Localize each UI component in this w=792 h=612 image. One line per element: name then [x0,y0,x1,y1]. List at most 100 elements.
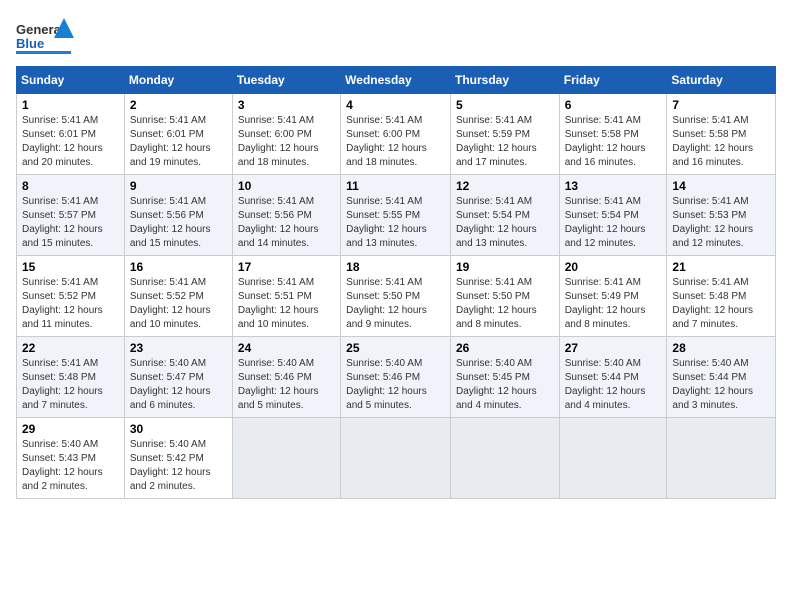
day-number: 16 [130,260,227,274]
sunset-label: Sunset: 5:56 PM [130,210,204,221]
daylight-label: Daylight: 12 hours and 8 minutes. [565,305,646,330]
weekday-header-row: SundayMondayTuesdayWednesdayThursdayFrid… [17,67,776,94]
day-info: Sunrise: 5:40 AM Sunset: 5:44 PM Dayligh… [565,357,662,413]
calendar-cell: 8 Sunrise: 5:41 AM Sunset: 5:57 PM Dayli… [17,175,125,256]
sunset-label: Sunset: 5:49 PM [565,291,639,302]
sunrise-label: Sunrise: 5:41 AM [672,277,748,288]
day-info: Sunrise: 5:40 AM Sunset: 5:45 PM Dayligh… [456,357,554,413]
day-number: 10 [238,179,335,193]
calendar-cell: 21 Sunrise: 5:41 AM Sunset: 5:48 PM Dayl… [667,256,776,337]
sunset-label: Sunset: 5:54 PM [456,210,530,221]
day-info: Sunrise: 5:41 AM Sunset: 5:52 PM Dayligh… [22,276,119,332]
day-info: Sunrise: 5:40 AM Sunset: 5:46 PM Dayligh… [346,357,445,413]
daylight-label: Daylight: 12 hours and 12 minutes. [565,224,646,249]
calendar-cell: 10 Sunrise: 5:41 AM Sunset: 5:56 PM Dayl… [232,175,340,256]
sunset-label: Sunset: 5:48 PM [672,291,746,302]
daylight-label: Daylight: 12 hours and 6 minutes. [130,386,211,411]
calendar-cell: 14 Sunrise: 5:41 AM Sunset: 5:53 PM Dayl… [667,175,776,256]
calendar-cell: 25 Sunrise: 5:40 AM Sunset: 5:46 PM Dayl… [341,337,451,418]
daylight-label: Daylight: 12 hours and 5 minutes. [238,386,319,411]
day-info: Sunrise: 5:41 AM Sunset: 5:55 PM Dayligh… [346,195,445,251]
calendar-cell: 24 Sunrise: 5:40 AM Sunset: 5:46 PM Dayl… [232,337,340,418]
sunrise-label: Sunrise: 5:41 AM [565,277,641,288]
sunset-label: Sunset: 5:46 PM [346,372,420,383]
sunrise-label: Sunrise: 5:41 AM [565,115,641,126]
sunset-label: Sunset: 5:43 PM [22,453,96,464]
sunset-label: Sunset: 5:52 PM [22,291,96,302]
calendar-cell [559,418,667,499]
calendar-cell: 29 Sunrise: 5:40 AM Sunset: 5:43 PM Dayl… [17,418,125,499]
daylight-label: Daylight: 12 hours and 4 minutes. [456,386,537,411]
calendar-cell: 1 Sunrise: 5:41 AM Sunset: 6:01 PM Dayli… [17,94,125,175]
day-info: Sunrise: 5:41 AM Sunset: 5:50 PM Dayligh… [346,276,445,332]
sunrise-label: Sunrise: 5:41 AM [456,196,532,207]
sunset-label: Sunset: 5:46 PM [238,372,312,383]
sunrise-label: Sunrise: 5:41 AM [22,196,98,207]
day-info: Sunrise: 5:40 AM Sunset: 5:44 PM Dayligh… [672,357,770,413]
sunset-label: Sunset: 5:56 PM [238,210,312,221]
daylight-label: Daylight: 12 hours and 9 minutes. [346,305,427,330]
day-info: Sunrise: 5:41 AM Sunset: 5:54 PM Dayligh… [565,195,662,251]
day-info: Sunrise: 5:41 AM Sunset: 5:56 PM Dayligh… [238,195,335,251]
sunset-label: Sunset: 5:44 PM [565,372,639,383]
sunset-label: Sunset: 6:00 PM [238,129,312,140]
sunset-label: Sunset: 5:58 PM [565,129,639,140]
day-number: 12 [456,179,554,193]
day-info: Sunrise: 5:41 AM Sunset: 5:48 PM Dayligh… [22,357,119,413]
day-info: Sunrise: 5:41 AM Sunset: 6:00 PM Dayligh… [346,114,445,170]
day-info: Sunrise: 5:41 AM Sunset: 5:50 PM Dayligh… [456,276,554,332]
day-number: 2 [130,98,227,112]
sunrise-label: Sunrise: 5:40 AM [346,358,422,369]
day-number: 5 [456,98,554,112]
day-info: Sunrise: 5:40 AM Sunset: 5:47 PM Dayligh… [130,357,227,413]
day-number: 14 [672,179,770,193]
daylight-label: Daylight: 12 hours and 19 minutes. [130,143,211,168]
sunrise-label: Sunrise: 5:40 AM [130,439,206,450]
calendar-week-row: 22 Sunrise: 5:41 AM Sunset: 5:48 PM Dayl… [17,337,776,418]
daylight-label: Daylight: 12 hours and 16 minutes. [565,143,646,168]
calendar-cell: 26 Sunrise: 5:40 AM Sunset: 5:45 PM Dayl… [450,337,559,418]
svg-text:Blue: Blue [16,36,44,51]
sunset-label: Sunset: 5:45 PM [456,372,530,383]
day-info: Sunrise: 5:40 AM Sunset: 5:42 PM Dayligh… [130,438,227,494]
daylight-label: Daylight: 12 hours and 10 minutes. [130,305,211,330]
calendar-cell: 5 Sunrise: 5:41 AM Sunset: 5:59 PM Dayli… [450,94,559,175]
calendar-cell [667,418,776,499]
calendar-table: SundayMondayTuesdayWednesdayThursdayFrid… [16,66,776,499]
calendar-week-row: 15 Sunrise: 5:41 AM Sunset: 5:52 PM Dayl… [17,256,776,337]
calendar-cell: 27 Sunrise: 5:40 AM Sunset: 5:44 PM Dayl… [559,337,667,418]
sunset-label: Sunset: 5:51 PM [238,291,312,302]
calendar-cell: 19 Sunrise: 5:41 AM Sunset: 5:50 PM Dayl… [450,256,559,337]
day-number: 17 [238,260,335,274]
day-number: 22 [22,341,119,355]
day-number: 30 [130,422,227,436]
day-number: 13 [565,179,662,193]
sunrise-label: Sunrise: 5:41 AM [346,115,422,126]
weekday-header: Friday [559,67,667,94]
day-number: 21 [672,260,770,274]
sunset-label: Sunset: 5:48 PM [22,372,96,383]
day-info: Sunrise: 5:41 AM Sunset: 5:59 PM Dayligh… [456,114,554,170]
page-header: General Blue [16,16,776,56]
day-number: 11 [346,179,445,193]
sunset-label: Sunset: 5:57 PM [22,210,96,221]
logo-icon: General Blue [16,16,76,56]
daylight-label: Daylight: 12 hours and 15 minutes. [130,224,211,249]
weekday-header: Thursday [450,67,559,94]
daylight-label: Daylight: 12 hours and 7 minutes. [22,386,103,411]
sunrise-label: Sunrise: 5:40 AM [130,358,206,369]
sunrise-label: Sunrise: 5:40 AM [238,358,314,369]
daylight-label: Daylight: 12 hours and 7 minutes. [672,305,753,330]
daylight-label: Daylight: 12 hours and 13 minutes. [456,224,537,249]
sunrise-label: Sunrise: 5:41 AM [672,115,748,126]
day-info: Sunrise: 5:41 AM Sunset: 5:58 PM Dayligh… [672,114,770,170]
day-info: Sunrise: 5:40 AM Sunset: 5:43 PM Dayligh… [22,438,119,494]
day-info: Sunrise: 5:41 AM Sunset: 5:57 PM Dayligh… [22,195,119,251]
daylight-label: Daylight: 12 hours and 11 minutes. [22,305,103,330]
calendar-cell: 4 Sunrise: 5:41 AM Sunset: 6:00 PM Dayli… [341,94,451,175]
day-number: 25 [346,341,445,355]
day-info: Sunrise: 5:41 AM Sunset: 6:00 PM Dayligh… [238,114,335,170]
calendar-cell: 7 Sunrise: 5:41 AM Sunset: 5:58 PM Dayli… [667,94,776,175]
calendar-cell: 2 Sunrise: 5:41 AM Sunset: 6:01 PM Dayli… [124,94,232,175]
day-number: 3 [238,98,335,112]
